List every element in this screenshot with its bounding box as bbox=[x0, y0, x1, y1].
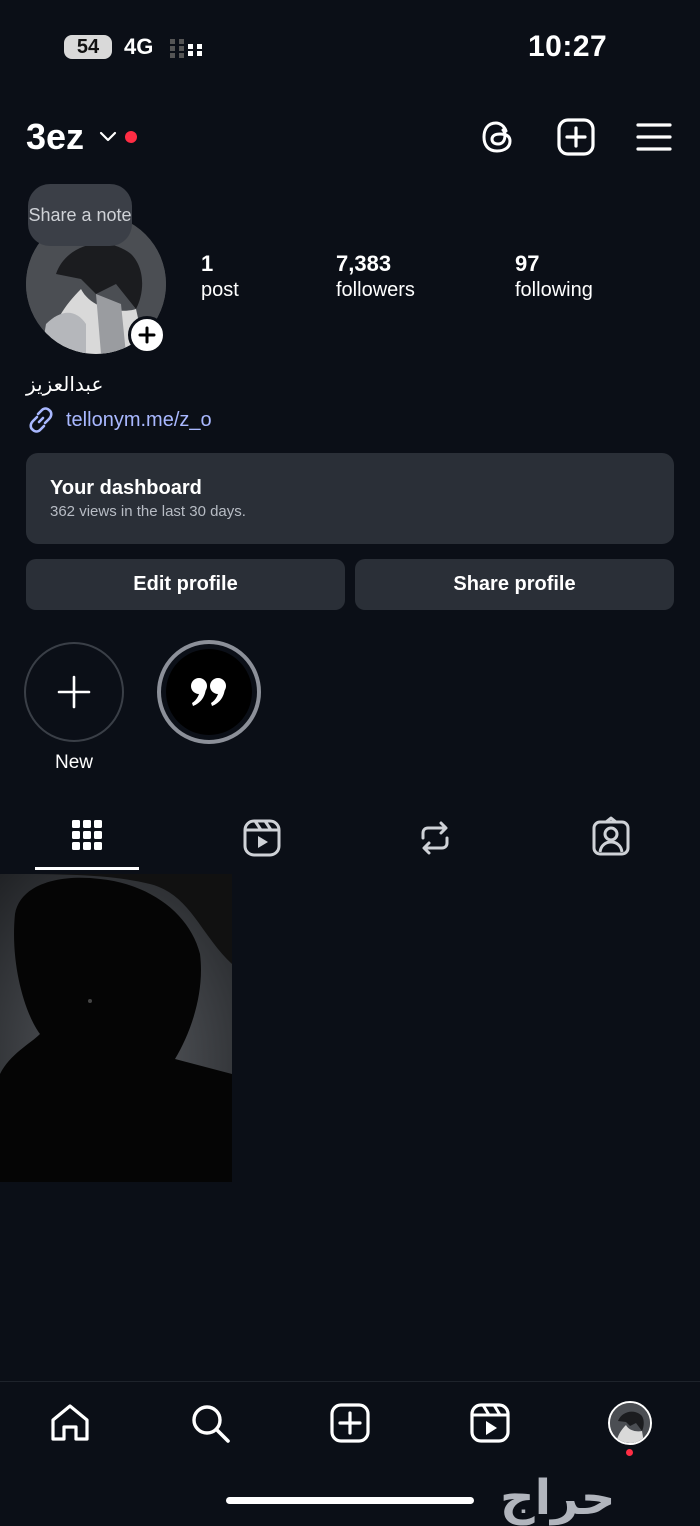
post-thumbnail[interactable] bbox=[0, 874, 232, 1182]
network-type: 4G bbox=[124, 34, 154, 59]
link-icon bbox=[29, 407, 53, 433]
highlight-cover bbox=[166, 649, 252, 735]
threads-icon[interactable] bbox=[478, 117, 518, 157]
share-profile-button[interactable]: Share profile bbox=[355, 559, 674, 610]
profile-tab-avatar[interactable] bbox=[608, 1401, 652, 1445]
reposts-icon[interactable] bbox=[413, 816, 457, 860]
battery-indicator: 54 bbox=[64, 35, 112, 59]
bio-link-text: tellonym.me/z_o bbox=[66, 408, 212, 431]
dashboard-title: Your dashboard bbox=[50, 477, 202, 499]
nav-divider bbox=[0, 1381, 700, 1382]
bio-link[interactable]: tellonym.me/z_o bbox=[26, 405, 212, 435]
add-story-button[interactable] bbox=[128, 316, 166, 354]
home-indicator[interactable] bbox=[226, 1497, 474, 1504]
menu-icon[interactable] bbox=[634, 117, 674, 157]
posts-count-value: 1 bbox=[201, 251, 214, 276]
followers-count-label: followers bbox=[336, 279, 415, 301]
home-icon[interactable] bbox=[48, 1401, 92, 1445]
notification-dot bbox=[626, 1449, 633, 1456]
tagged-icon[interactable] bbox=[589, 816, 633, 860]
clock: 10:27 bbox=[528, 30, 608, 63]
posts-count[interactable]: 1 post bbox=[201, 251, 239, 302]
avatar-illustration bbox=[610, 1403, 650, 1443]
highlight-item[interactable] bbox=[157, 640, 261, 744]
chevron-down-icon[interactable] bbox=[98, 126, 118, 146]
reels-icon[interactable] bbox=[468, 1401, 512, 1445]
new-highlight-button[interactable] bbox=[24, 642, 124, 742]
professional-dashboard[interactable]: Your dashboard 362 views in the last 30 … bbox=[26, 453, 674, 544]
edit-profile-button[interactable]: Edit profile bbox=[26, 559, 345, 610]
reels-icon[interactable] bbox=[240, 816, 284, 860]
quote-icon bbox=[191, 678, 226, 706]
display-name: عبدالعزيز bbox=[26, 374, 104, 396]
active-tab-indicator bbox=[35, 867, 139, 870]
share-note-bubble[interactable]: Share a note bbox=[28, 184, 132, 246]
create-icon[interactable] bbox=[328, 1401, 372, 1445]
posts-count-label: post bbox=[201, 279, 239, 301]
following-count[interactable]: 97 following bbox=[515, 251, 593, 302]
search-icon[interactable] bbox=[188, 1401, 232, 1445]
notification-dot bbox=[125, 131, 137, 143]
followers-count-value: 7,383 bbox=[336, 251, 392, 276]
following-count-label: following bbox=[515, 279, 593, 301]
post-image bbox=[0, 874, 232, 1182]
followers-count[interactable]: 7,383 followers bbox=[336, 251, 415, 302]
create-post-icon[interactable] bbox=[556, 117, 596, 157]
plus-icon bbox=[57, 675, 91, 709]
grid-icon[interactable] bbox=[65, 816, 109, 860]
following-count-value: 97 bbox=[515, 251, 540, 276]
new-highlight-label: New bbox=[54, 752, 93, 773]
plus-icon bbox=[138, 326, 156, 344]
account-switcher-username[interactable]: 3ez bbox=[26, 116, 84, 158]
dashboard-subtitle: 362 views in the last 30 days. bbox=[50, 503, 246, 520]
signal-icon bbox=[170, 39, 202, 58]
